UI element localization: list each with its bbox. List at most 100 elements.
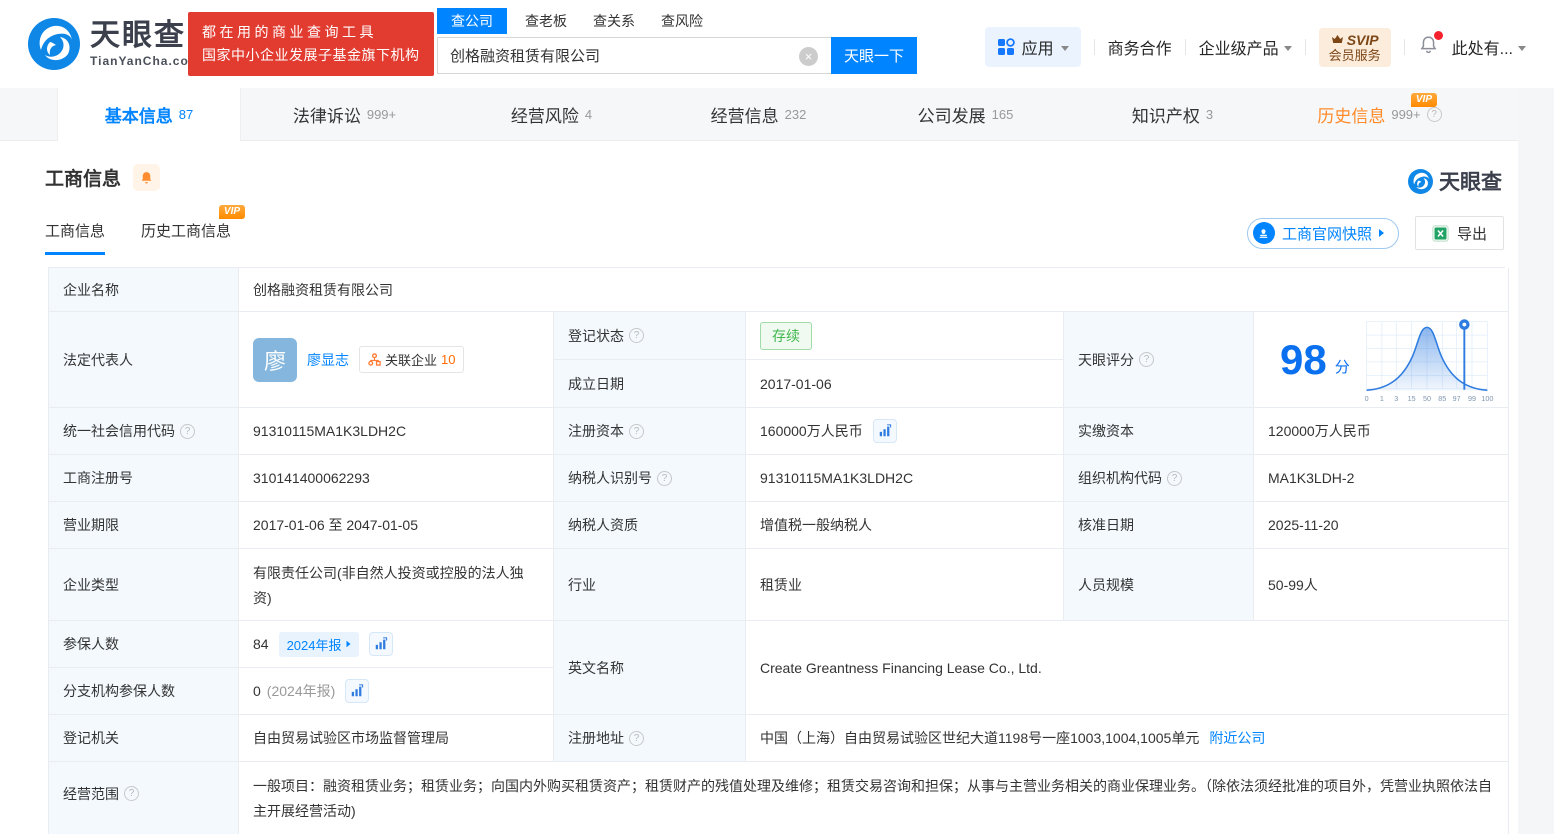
official-snapshot-button[interactable]: 工商官网快照 bbox=[1246, 217, 1399, 249]
help-icon[interactable]: ? bbox=[629, 423, 644, 439]
tab-history-info[interactable]: VIP 历史信息 999+ ? bbox=[1276, 88, 1483, 141]
help-icon[interactable]: ? bbox=[1167, 470, 1182, 486]
credit-code-value: 91310115MA1K3LDH2C bbox=[239, 408, 554, 455]
score-axis-labels: 0 1 3 15 50 85 97 99 100 bbox=[1364, 395, 1493, 403]
approval-date-value: 2025-11-20 bbox=[1254, 502, 1509, 549]
score-distribution-chart: 0 1 3 15 50 85 97 99 100 bbox=[1364, 318, 1493, 403]
legal-rep-name-link[interactable]: 廖显志 bbox=[307, 350, 349, 370]
clear-search-icon[interactable]: × bbox=[799, 47, 818, 66]
divider bbox=[1403, 39, 1405, 55]
stamp-icon bbox=[1252, 222, 1275, 244]
apps-menu[interactable]: 应用 bbox=[984, 27, 1081, 67]
company-name-label: 企业名称 bbox=[49, 268, 239, 312]
search-button[interactable]: 天眼一下 bbox=[831, 37, 917, 74]
approval-date-label: 核准日期 bbox=[1064, 502, 1254, 549]
slogan-banner: 都在用的商业查询工具 国家中小企业发展子基金旗下机构 bbox=[188, 12, 434, 76]
notifications-button[interactable] bbox=[1418, 30, 1443, 61]
header-right: 应用 商务合作 企业级产品 SVIP 会员服务 此处有... bbox=[984, 27, 1526, 67]
svg-text:15: 15 bbox=[1407, 395, 1415, 403]
nearby-companies-link[interactable]: 附近公司 bbox=[1209, 728, 1265, 748]
paid-capital-label: 实缴资本 bbox=[1064, 408, 1254, 455]
insured-trend-icon[interactable] bbox=[368, 632, 393, 656]
reg-authority-value: 自由贸易试验区市场监督管理局 bbox=[239, 715, 554, 762]
help-icon[interactable]: ? bbox=[657, 470, 672, 486]
divider bbox=[1184, 39, 1186, 55]
english-name-label: 英文名称 bbox=[554, 621, 746, 715]
reg-status-label: 登记状态? bbox=[554, 312, 746, 360]
credit-code-label: 统一社会信用代码? bbox=[49, 408, 239, 455]
annual-report-badge[interactable]: 2024年报 bbox=[278, 631, 359, 657]
search-block: 查公司 查老板 查关系 查风险 天眼一下 × bbox=[437, 8, 917, 74]
username: 此处有... bbox=[1451, 41, 1513, 58]
legal-rep-label: 法定代表人 bbox=[49, 312, 239, 408]
insured-value: 84 2024年报 bbox=[239, 621, 554, 668]
org-chart-icon bbox=[368, 353, 381, 366]
divider bbox=[1093, 39, 1095, 55]
chevron-down-icon bbox=[1518, 45, 1526, 51]
enterprise-products-menu[interactable]: 企业级产品 bbox=[1199, 35, 1292, 59]
org-code-value: MA1K3LDH-2 bbox=[1254, 455, 1509, 502]
divider bbox=[1304, 39, 1306, 55]
branch-insured-value: 0 (2024年报) bbox=[239, 668, 554, 715]
industry-label: 行业 bbox=[554, 549, 746, 621]
industry-value: 租赁业 bbox=[746, 549, 1064, 621]
search-tab-company[interactable]: 查公司 bbox=[437, 8, 507, 34]
tab-basic-info[interactable]: 基本信息 87 bbox=[57, 88, 241, 141]
tab-operation-risk[interactable]: 经营风险 4 bbox=[448, 88, 655, 141]
branch-insured-trend-icon[interactable] bbox=[345, 679, 370, 703]
legal-rep-avatar[interactable]: 廖 bbox=[253, 337, 297, 382]
tab-intellectual-property[interactable]: 知识产权 3 bbox=[1069, 88, 1276, 141]
paid-capital-value: 120000万人民币 bbox=[1254, 408, 1509, 455]
user-menu[interactable]: 此处有... bbox=[1452, 35, 1526, 59]
page-gutter bbox=[1518, 88, 1554, 834]
subtab-history-business-info[interactable]: 历史工商信息 VIP bbox=[141, 205, 246, 255]
taxpayer-id-label: 纳税人识别号? bbox=[554, 455, 746, 502]
tab-legal-proceedings[interactable]: 法律诉讼 999+ bbox=[241, 88, 448, 141]
tianyancha-logo[interactable]: 天眼查 TianYanCha.com bbox=[28, 18, 200, 70]
search-input[interactable] bbox=[437, 37, 831, 74]
help-icon[interactable]: ? bbox=[124, 786, 139, 801]
svg-text:50: 50 bbox=[1423, 395, 1431, 403]
search-tab-risk[interactable]: 查风险 bbox=[661, 8, 703, 34]
reg-address-label: 注册地址? bbox=[554, 715, 746, 762]
notification-dot bbox=[1433, 30, 1443, 40]
slogan-line1: 都在用的商业查询工具 bbox=[202, 24, 377, 40]
tab-operation-info[interactable]: 经营信息 232 bbox=[655, 88, 862, 141]
search-tab-relation[interactable]: 查关系 bbox=[593, 8, 635, 34]
crown-icon bbox=[1331, 35, 1343, 43]
help-icon[interactable]: ? bbox=[180, 423, 195, 439]
chevron-down-icon bbox=[1283, 45, 1292, 51]
tab-company-development[interactable]: 公司发展 165 bbox=[862, 88, 1069, 141]
subtab-business-info[interactable]: 工商信息 bbox=[45, 220, 106, 255]
export-button[interactable]: 导出 bbox=[1414, 216, 1504, 250]
legal-rep-value: 廖 廖显志 关联企业 10 bbox=[239, 312, 554, 408]
help-icon[interactable]: ? bbox=[1139, 352, 1154, 367]
capital-trend-icon[interactable] bbox=[872, 419, 897, 443]
company-nav-tabs: 基本信息 87 法律诉讼 999+ 经营风险 4 经营信息 232 公司发展 1… bbox=[0, 88, 1554, 141]
business-scope-value: 一般项目：融资租赁业务；租赁业务；向国内外购买租赁资产；租赁财产的残值处理及维修… bbox=[239, 762, 1509, 834]
bell-icon bbox=[141, 171, 152, 183]
staff-size-value: 50-99人 bbox=[1254, 549, 1509, 621]
top-header: 天眼查 TianYanCha.com 都在用的商业查询工具 国家中小企业发展子基… bbox=[0, 0, 1554, 88]
svip-member-button[interactable]: SVIP 会员服务 bbox=[1318, 27, 1391, 67]
vip-badge: VIP bbox=[218, 205, 246, 219]
branch-insured-label: 分支机构参保人数 bbox=[49, 668, 239, 715]
help-icon[interactable]: ? bbox=[629, 328, 644, 343]
status-badge: 存续 bbox=[760, 321, 812, 350]
reg-number-label: 工商注册号 bbox=[49, 455, 239, 502]
arrow-right-icon bbox=[1378, 229, 1384, 237]
member-service-label: 会员服务 bbox=[1328, 47, 1381, 63]
search-tab-boss[interactable]: 查老板 bbox=[525, 8, 567, 34]
score-value[interactable]: 98 分 0 1 3 15 50 85 97 99 100 bbox=[1254, 312, 1509, 408]
monitor-bell-button[interactable] bbox=[133, 164, 161, 191]
company-type-label: 企业类型 bbox=[49, 549, 239, 621]
svg-text:1: 1 bbox=[1380, 395, 1384, 403]
section-title: 工商信息 bbox=[45, 169, 122, 190]
related-companies-badge[interactable]: 关联企业 10 bbox=[359, 346, 465, 373]
svg-text:3: 3 bbox=[1394, 395, 1398, 403]
help-icon[interactable]: ? bbox=[1426, 107, 1442, 122]
taxpayer-quality-label: 纳税人资质 bbox=[554, 502, 746, 549]
help-icon[interactable]: ? bbox=[629, 730, 644, 746]
business-cooperation-link[interactable]: 商务合作 bbox=[1108, 35, 1172, 59]
apps-grid-icon bbox=[997, 38, 1015, 55]
